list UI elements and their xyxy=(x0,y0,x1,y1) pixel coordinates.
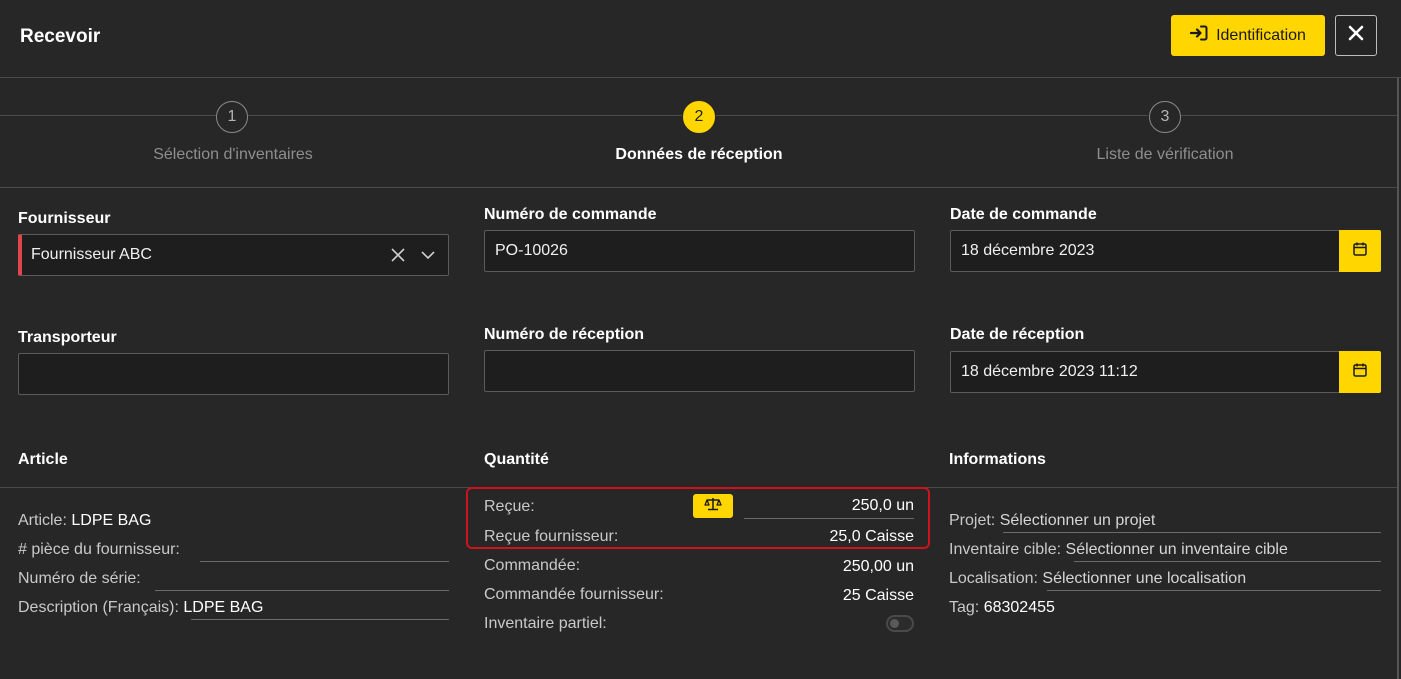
step-1-circle[interactable]: 1 xyxy=(216,101,248,133)
receipt-number-input[interactable] xyxy=(484,350,915,392)
serial-label: Numéro de série: xyxy=(18,570,141,587)
informations-section-title: Informations xyxy=(949,451,1046,468)
dialog-header: Recevoir Identification xyxy=(0,0,1401,78)
order-date-value: 18 décembre 2023 xyxy=(961,242,1095,259)
article-row: Article: LDPE BAG xyxy=(18,512,151,530)
tag-row: Tag: 68302455 xyxy=(949,599,1055,617)
description-label: Description (Français): xyxy=(18,599,179,616)
order-number-input[interactable]: PO-10026 xyxy=(484,230,915,272)
ordered-value: 250,00 un xyxy=(842,558,914,575)
scale-button[interactable] xyxy=(693,494,733,518)
step-2-circle[interactable]: 2 xyxy=(683,101,715,133)
step-2-label[interactable]: Données de réception xyxy=(466,146,932,164)
identification-label: Identification xyxy=(1216,26,1306,44)
article-section-title: Article xyxy=(18,451,68,468)
target-inventory-select[interactable]: Sélectionner un inventaire cible xyxy=(1066,541,1288,558)
stepper-line xyxy=(248,115,682,116)
article-label: Article: xyxy=(18,512,67,529)
divider xyxy=(0,187,1397,188)
receipt-date-input[interactable]: 18 décembre 2023 11:12 xyxy=(950,351,1340,393)
step-3-label[interactable]: Liste de vérification xyxy=(932,146,1398,164)
receipt-number-label: Numéro de réception xyxy=(484,326,645,343)
receipt-date-value: 18 décembre 2023 11:12 xyxy=(961,363,1138,380)
order-date-input[interactable]: 18 décembre 2023 xyxy=(950,230,1340,272)
order-date-label: Date de commande xyxy=(950,206,1097,223)
scale-icon xyxy=(704,497,722,516)
serial-input[interactable] xyxy=(155,590,449,591)
target-inventory-row: Inventaire cible: Sélectionner un invent… xyxy=(949,541,1288,559)
partial-inventory-toggle[interactable] xyxy=(886,615,914,632)
target-inventory-underline xyxy=(1074,561,1381,562)
clear-icon[interactable] xyxy=(390,247,406,268)
target-inventory-label: Inventaire cible: xyxy=(949,541,1062,558)
toggle-knob xyxy=(890,619,899,628)
ordered-supplier-label: Commandée fournisseur: xyxy=(484,586,664,603)
article-value: LDPE BAG xyxy=(71,512,152,529)
identification-button[interactable]: Identification xyxy=(1171,15,1325,56)
project-row: Projet: Sélectionner un projet xyxy=(949,512,1155,530)
received-label: Reçue: xyxy=(484,498,535,515)
close-button[interactable] xyxy=(1335,15,1377,56)
supplier-select[interactable]: Fournisseur ABC xyxy=(18,234,449,276)
stepper-line xyxy=(1181,115,1397,116)
carrier-label: Transporteur xyxy=(18,329,117,346)
order-date-picker-button[interactable] xyxy=(1339,230,1381,272)
supplier-label: Fournisseur xyxy=(18,210,111,227)
receipt-date-picker-button[interactable] xyxy=(1339,351,1381,393)
supplier-value: Fournisseur ABC xyxy=(31,246,152,263)
login-icon xyxy=(1189,25,1208,46)
calendar-icon xyxy=(1352,362,1368,383)
received-input-underline xyxy=(744,518,914,519)
project-label: Projet: xyxy=(949,512,996,529)
received-supplier-value: 25,0 Caisse xyxy=(829,528,915,545)
quantity-section-title: Quantité xyxy=(484,451,549,468)
tag-label: Tag: xyxy=(949,599,980,616)
supplier-part-label: # pièce du fournisseur: xyxy=(18,541,180,558)
scrollbar-edge xyxy=(1397,78,1399,679)
order-number-value: PO-10026 xyxy=(495,242,568,259)
received-supplier-label: Reçue fournisseur: xyxy=(484,528,619,545)
project-select[interactable]: Sélectionner un projet xyxy=(1000,512,1156,529)
description-value[interactable]: LDPE BAG xyxy=(183,599,263,616)
stepper-line xyxy=(716,115,1148,116)
calendar-icon xyxy=(1352,241,1368,262)
step-1-label[interactable]: Sélection d'inventaires xyxy=(0,146,466,164)
project-underline xyxy=(1003,532,1381,533)
ordered-label: Commandée: xyxy=(484,557,581,574)
received-value[interactable]: 250,0 un xyxy=(744,497,914,515)
partial-inventory-label: Inventaire partiel: xyxy=(484,615,607,632)
ordered-supplier-value: 25 Caisse xyxy=(842,587,914,604)
location-label: Localisation: xyxy=(949,570,1038,587)
supplier-part-input[interactable] xyxy=(200,561,449,562)
tag-value: 68302455 xyxy=(983,599,1055,616)
step-3-circle[interactable]: 3 xyxy=(1149,101,1181,133)
location-select[interactable]: Sélectionner une localisation xyxy=(1042,570,1246,587)
order-number-label: Numéro de commande xyxy=(484,206,657,223)
description-underline xyxy=(191,619,449,620)
close-icon xyxy=(1348,25,1364,46)
stepper-line xyxy=(0,115,216,116)
receipt-date-label: Date de réception xyxy=(950,326,1085,343)
chevron-down-icon[interactable] xyxy=(420,247,436,268)
description-row: Description (Français): LDPE BAG xyxy=(18,599,263,617)
carrier-input[interactable] xyxy=(18,353,449,395)
location-underline xyxy=(1047,590,1381,591)
location-row: Localisation: Sélectionner une localisat… xyxy=(949,570,1246,588)
dialog-title: Recevoir xyxy=(20,26,101,47)
